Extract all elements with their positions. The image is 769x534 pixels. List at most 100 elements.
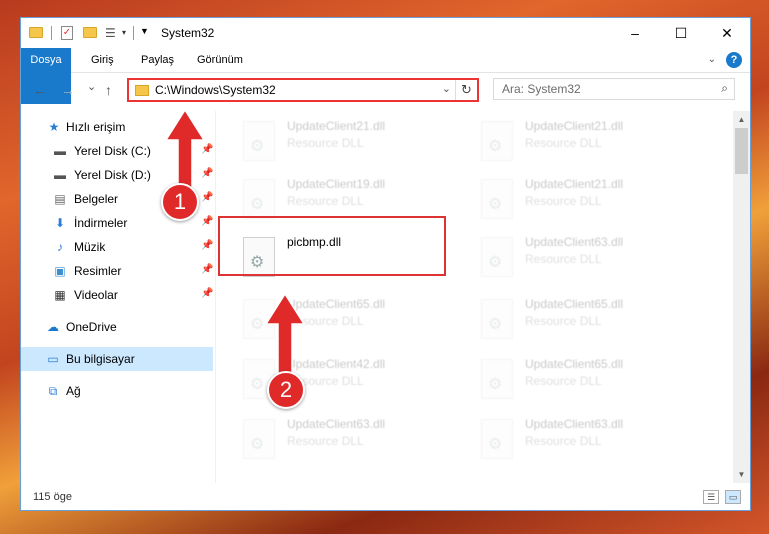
file-name: UpdateClient63.dll: [525, 235, 624, 249]
gear-icon: ⚙: [488, 254, 503, 271]
up-button[interactable]: ↑: [105, 82, 112, 98]
file-type: Resource DLL: [525, 194, 602, 208]
search-placeholder: Ara: System32: [502, 82, 581, 96]
sidebar-item-label: İndirmeler: [74, 216, 128, 230]
download-icon: ⬇: [54, 216, 66, 230]
gear-icon: ⚙: [488, 138, 503, 155]
chevron-down-icon[interactable]: ⌄: [442, 82, 451, 95]
sidebar-item-label: Belgeler: [74, 192, 119, 206]
video-icon: ▦: [54, 288, 66, 302]
vertical-scrollbar[interactable]: ▲ ▼: [733, 111, 750, 483]
file-type: Resource DLL: [525, 136, 602, 150]
gear-icon: ⚙: [250, 436, 265, 453]
pin-icon[interactable]: 📌: [201, 264, 213, 275]
dll-file-icon: ⚙: [481, 237, 513, 277]
file-name: UpdateClient21.dll: [287, 119, 386, 133]
scroll-down-icon[interactable]: ▼: [733, 466, 750, 483]
file-type: Resource DLL: [525, 374, 602, 388]
dll-file-icon: ⚙: [481, 179, 513, 219]
file-type: Resource DLL: [287, 434, 364, 448]
sidebar-item-label: Resimler: [74, 264, 122, 278]
file-item[interactable]: ⚙ UpdateClient63.dll Resource DLL: [459, 231, 689, 287]
file-item[interactable]: ⚙ UpdateClient63.dll Resource DLL: [459, 413, 689, 469]
file-item[interactable]: ⚙ UpdateClient65.dll Resource DLL: [459, 293, 689, 349]
pin-icon[interactable]: 📌: [201, 240, 213, 251]
file-item[interactable]: ⚙ UpdateClient21.dll Resource DLL: [459, 173, 689, 229]
dll-file-icon: ⚙: [243, 121, 275, 161]
search-icon[interactable]: ⌕: [721, 81, 728, 96]
qat-dropdown-icon[interactable]: ▼: [140, 26, 149, 42]
gear-icon: ⚙: [488, 436, 503, 453]
file-item[interactable]: ⚙ UpdateClient42.dll Resource DLL: [221, 353, 451, 409]
scroll-up-icon[interactable]: ▲: [733, 111, 750, 128]
maximize-button[interactable]: ☐: [658, 18, 704, 48]
folder-icon: [29, 27, 43, 38]
chevron-down-icon[interactable]: ▾: [122, 28, 126, 44]
sidebar-item-pictures[interactable]: ▣ Resimler 📌: [21, 259, 213, 283]
computer-icon: ▭: [47, 352, 59, 366]
back-button[interactable]: ←: [33, 82, 47, 98]
pin-icon[interactable]: 📌: [201, 288, 213, 299]
file-name: UpdateClient21.dll: [525, 177, 624, 191]
new-folder-icon[interactable]: [83, 27, 97, 38]
file-name: UpdateClient21.dll: [525, 119, 624, 133]
folder-icon: [135, 85, 149, 96]
network-icon: ⧉: [48, 384, 58, 398]
drive-icon: ▬: [54, 144, 66, 158]
minimize-button[interactable]: –: [612, 18, 658, 48]
navigation-bar: ← → ⌄ ↑ C:\Windows\System32 ⌄ ↻ Ara: Sys…: [21, 74, 750, 106]
address-path[interactable]: C:\Windows\System32: [155, 83, 276, 97]
tab-share[interactable]: Paylaş: [131, 48, 184, 73]
help-button[interactable]: ?: [726, 52, 742, 68]
file-item[interactable]: ⚙ UpdateClient21.dll Resource DLL: [221, 115, 451, 171]
tab-home[interactable]: Giriş: [81, 48, 124, 73]
sidebar-item-this-pc[interactable]: ▭ Bu bilgisayar: [21, 347, 213, 371]
dll-file-icon: ⚙: [243, 179, 275, 219]
file-type: Resource DLL: [525, 252, 602, 266]
file-name: UpdateClient63.dll: [287, 417, 386, 431]
file-type: Resource DLL: [525, 434, 602, 448]
file-item[interactable]: ⚙ UpdateClient65.dll Resource DLL: [459, 353, 689, 409]
sidebar-item-videos[interactable]: ▦ Videolar 📌: [21, 283, 213, 307]
file-name: UpdateClient65.dll: [525, 357, 624, 371]
properties-icon[interactable]: ✓: [61, 26, 73, 40]
recent-locations-button[interactable]: ⌄: [87, 80, 96, 93]
item-count: 115 öge: [33, 491, 72, 503]
file-item[interactable]: ⚙ UpdateClient21.dll Resource DLL: [459, 115, 689, 171]
dll-file-icon: ⚙: [243, 419, 275, 459]
file-name: UpdateClient19.dll: [287, 177, 386, 191]
customize-toolbar-icon[interactable]: ☰: [105, 26, 116, 42]
dll-file-icon: ⚙: [481, 299, 513, 339]
tab-view[interactable]: Görünüm: [187, 48, 253, 73]
scroll-thumb[interactable]: [735, 128, 748, 174]
sidebar-item-label: Yerel Disk (C:): [74, 144, 151, 158]
file-type: Resource DLL: [287, 194, 364, 208]
gear-icon: ⚙: [488, 196, 503, 213]
address-bar[interactable]: C:\Windows\System32 ⌄ ↻: [127, 78, 479, 102]
search-input[interactable]: Ara: System32 ⌕: [493, 78, 735, 100]
sidebar-item-music[interactable]: ♪ Müzik 📌: [21, 235, 213, 259]
music-icon: ♪: [57, 240, 63, 254]
file-item[interactable]: ⚙ UpdateClient65.dll Resource DLL: [221, 293, 451, 349]
sidebar-item-label: Hızlı erişim: [66, 120, 126, 134]
close-button[interactable]: ✕: [704, 18, 750, 48]
large-icons-view-icon[interactable]: ▭: [725, 490, 741, 504]
sidebar-item-onedrive[interactable]: ☁ OneDrive: [21, 315, 213, 339]
dll-file-icon: ⚙: [481, 419, 513, 459]
pane-divider[interactable]: [215, 111, 216, 483]
refresh-button[interactable]: ↻: [455, 80, 477, 100]
file-item[interactable]: ⚙ UpdateClient63.dll Resource DLL: [221, 413, 451, 469]
picbmp-highlight-box: [218, 216, 446, 276]
file-name: UpdateClient63.dll: [525, 417, 624, 431]
details-view-icon[interactable]: ☰: [703, 490, 719, 504]
ribbon-tabs: Dosya Giriş Paylaş Görünüm ⌄ ?: [21, 48, 750, 104]
forward-button[interactable]: →: [61, 82, 75, 98]
chevron-down-icon[interactable]: ⌄: [708, 54, 716, 65]
sidebar-item-network[interactable]: ⧉ Ağ: [21, 379, 213, 403]
window-title: System32: [161, 26, 215, 40]
cloud-icon: ☁: [47, 320, 59, 334]
file-type: Resource DLL: [287, 136, 364, 150]
step-2-badge: 2: [267, 371, 305, 409]
dll-file-icon: ⚙: [481, 359, 513, 399]
pictures-icon: ▣: [54, 264, 66, 278]
